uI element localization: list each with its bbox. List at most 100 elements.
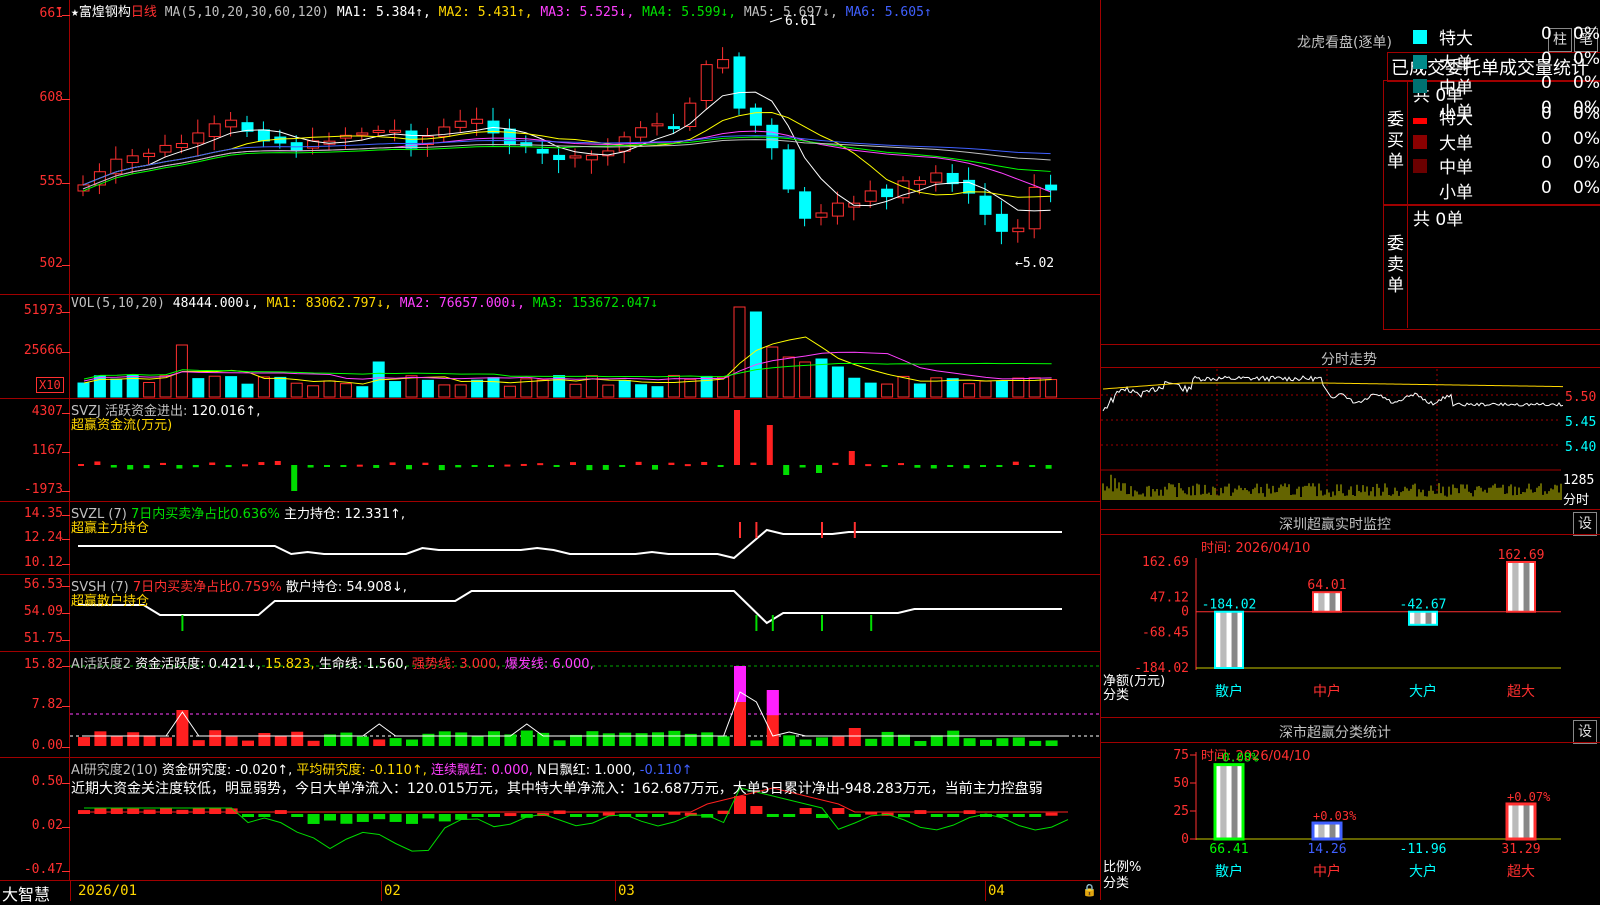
volume-bar [946,378,959,398]
intraday-panel[interactable]: 分时走势 5.50 5.45 5.40 1285 分时 [1100,345,1600,510]
research-bar [94,808,107,814]
activity-bar [652,732,664,746]
activity-bar [1029,740,1042,746]
activity-bar [865,738,878,746]
sz-class-panel[interactable]: 深市超赢分类统计 设 时间: 2026/04/10 75 50 25 0 -0.08% 6… [1100,718,1600,900]
intraday-tick: 5.40 [1565,440,1597,455]
ai1-label: AI活跃度2 [71,657,131,672]
candle [553,154,566,161]
candle [881,188,894,198]
flow-bar [242,464,248,467]
volume-bar [651,386,664,398]
flow-bar [816,465,822,473]
candle [356,132,369,136]
volume-panel[interactable]: 51973 25666 X10 VOL(5,10,20) 48444.000↓,… [0,295,1100,399]
kline-plot[interactable]: 6.61 ←5.02 [70,0,1100,294]
activity-bar [356,736,369,746]
sz-monitor-panel[interactable]: 深圳超赢实时监控 设 时间: 2026/04/10 162.69 47.12 0 -6… [1100,510,1600,718]
lock-icon[interactable]: 🔒 [1082,883,1097,897]
sz-monitor-bar [1506,561,1536,613]
candle [126,155,139,164]
svzl-panel[interactable]: 14.35 12.24 10.12 SVZL (7) 7日内买卖净占比0.636… [0,502,1100,575]
svsh-panel[interactable]: 56.53 54.09 51.75 SVSH (7) 7日内买卖净占比0.759… [0,575,1100,652]
activity-bar [701,732,714,746]
ai1-tick: 15.82 [23,657,63,672]
activity-bar [110,735,123,746]
activity-bar [274,735,287,746]
ai-research-panel[interactable]: 0.50 0.02 -0.47 AI研究度2(10) 资金研究度: -0.020… [0,758,1100,880]
ai2-tick: 0.02 [31,818,63,833]
activity-bar [602,733,615,746]
flow-bar [602,465,609,470]
research-bar [389,814,402,822]
sz-class-category: 中户 [1313,863,1341,880]
legend-swatch [1413,159,1427,173]
flow-bar [734,410,740,465]
flow-bar [455,465,462,468]
ai-activity-panel[interactable]: 15.82 7.82 0.00 AI活跃度2 资金活跃度: 0.421↓, 15… [0,652,1100,758]
row-pct: 0% [1573,177,1600,198]
row-label: 大单 [1439,53,1473,74]
activity-burst-bar [734,666,746,702]
row-label: 中单 [1439,158,1473,178]
brand-logo: 大智慧 [2,885,51,904]
vol-ma2: MA2: 76657.000↓, [399,296,525,311]
research-bar [586,814,599,817]
research-bar [422,814,435,819]
volume-bar [733,306,746,398]
vol-label: VOL(5,10,20) [71,296,165,311]
activity-bar [619,732,632,746]
row-count: 0 [1541,48,1552,69]
sz-class-chart: 75 50 25 0 -0.08% 66.41 散户 +0.03% 14.26 中户 -11.96 大… [1173,748,1561,880]
activity-bar [471,736,484,746]
flow-bar [1012,461,1019,465]
flow-bar [356,464,363,467]
ma-header: ★富煌钢构日线 MA(5,10,20,30,60,120) MA1: 5.384… [71,1,932,20]
candle [831,202,844,217]
flow-bar [488,465,494,467]
intraday-vol-tick: 1285 [1563,473,1595,488]
volume-axis: 51973 25666 X10 [0,295,70,398]
volume-bar [274,376,287,398]
svzj-panel[interactable]: 4307 1167 -1973 SVZJ 活跃资金进出: 120.016↑, 超… [0,399,1100,502]
flow-bar [766,425,773,465]
flow-bar [160,462,166,465]
flow-bar [110,465,117,468]
research-bar [258,814,271,817]
activity-bar [635,733,648,746]
activity-bar [668,730,681,746]
ma1-value: MA1: 5.384↑, [336,5,431,20]
sz-class-category: 大户 [1409,863,1437,880]
sz-monitor-value-label: 64.01 [1307,578,1346,593]
row-label: 小单 [1439,102,1473,123]
candle [159,144,172,153]
row-label: 特大 [1439,29,1473,49]
flow-bar [881,465,888,467]
activity-bar [340,732,353,746]
flow-bar [553,465,560,467]
volume-bar [159,375,172,398]
flow-bar [373,465,380,468]
kline-panel[interactable]: 661 608 555 502 ▾ ★富煌钢构日线 MA(5,10,20,30,… [0,0,1100,295]
flow-bar [930,465,937,469]
volume-bar [799,361,812,398]
flow-bar [340,465,347,467]
svsh-axis: 56.53 54.09 51.75 [0,575,70,651]
intraday-avg-line [1102,382,1564,390]
intraday-tick: 5.45 [1565,415,1597,430]
retail-hold-line [78,590,1062,625]
ma3-value: MA3: 5.525↓, [540,5,635,20]
volume-bar [192,378,205,398]
ai2-label: AI研究度2(10) [71,763,158,778]
candle [274,136,287,144]
candle [1012,227,1025,233]
volume-bar [257,376,270,398]
legend-swatch [1413,134,1427,149]
svzl-tick: 12.24 [23,530,63,545]
ai2-comment: 近期大资金关注度较低，明显弱势，今日大单净流入：120.015万元，其中特大单净… [71,781,1043,797]
research-bar [734,796,746,814]
volume-bar [782,356,795,398]
vol-unit-badge: X10 [36,377,64,393]
candle [503,128,516,146]
svzl-tick: 14.35 [23,506,63,521]
